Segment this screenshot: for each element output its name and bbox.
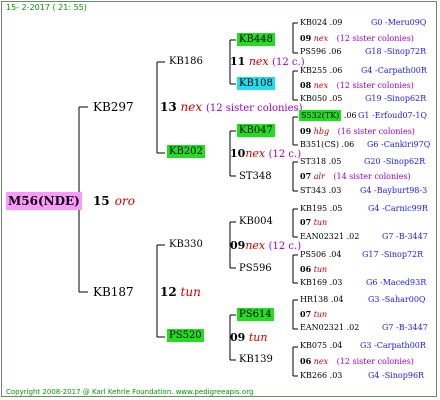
gen4-info: 07 tun bbox=[300, 217, 328, 227]
gen4-info: 07 alr (14 sister colonies) bbox=[300, 171, 411, 181]
gen4-bot-loc: G6 -Maced93R bbox=[366, 278, 427, 287]
gen3-node[interactable]: PS614 bbox=[237, 308, 274, 321]
gen1-node[interactable]: KB297 bbox=[93, 101, 134, 113]
gen4-info: 09 hbg (16 sister colonies) bbox=[300, 126, 415, 136]
gen4-bot-loc: G18 -Sinop72R bbox=[365, 47, 427, 56]
gen4-top[interactable]: KB195 .05 bbox=[300, 205, 342, 213]
gen4-top-loc: G3 -Sahar00Q bbox=[368, 295, 426, 304]
timestamp-header: 15- 2-2017 ( 21: 55) bbox=[6, 3, 87, 12]
gen4-bot[interactable]: EAN02321 .02 bbox=[300, 233, 359, 241]
gen1-info: 12 tun bbox=[160, 285, 201, 299]
gen4-bot-loc: G19 -Sinop62R bbox=[365, 94, 427, 103]
gen4-bot-loc: G7 -B-3447 bbox=[382, 323, 428, 332]
gen1-info: 13 nex (12 sister colonies) bbox=[160, 100, 303, 114]
gen3-node[interactable]: KB448 bbox=[237, 33, 275, 46]
gen2-node[interactable]: KB202 bbox=[167, 145, 205, 158]
gen2-info: 09nex (12 c.) bbox=[230, 239, 302, 252]
root-num: 15 bbox=[92, 194, 110, 208]
gen2-node[interactable]: KB330 bbox=[169, 240, 203, 250]
gen4-top[interactable]: HR138 .04 bbox=[300, 296, 344, 304]
gen4-bot[interactable]: KB266 .03 bbox=[300, 372, 342, 380]
gen3-node[interactable]: PS596 bbox=[239, 264, 272, 274]
gen4-top[interactable]: KB255 .06 bbox=[300, 67, 342, 75]
gen2-info: 10nex (12 c.) bbox=[230, 147, 302, 160]
gen4-bot[interactable]: B351(CS) .06 bbox=[300, 141, 354, 149]
copyright-footer: Copyright 2008-2017 @ Karl Kehrle Founda… bbox=[6, 388, 254, 396]
gen4-bot[interactable]: KB169 .03 bbox=[300, 279, 342, 287]
gen4-bot[interactable]: ST343 .03 bbox=[300, 187, 341, 195]
gen4-bot[interactable]: KB050 .05 bbox=[300, 95, 342, 103]
gen4-bot-loc: G7 -B-3447 bbox=[382, 232, 428, 241]
gen3-node[interactable]: KB108 bbox=[237, 77, 275, 90]
gen4-info: 06 nex (12 sister colonies) bbox=[300, 356, 414, 366]
gen4-top-loc: G0 -Meru09Q bbox=[371, 18, 427, 27]
gen4-top-loc: G20 -Sinop62R bbox=[364, 157, 426, 166]
gen4-bot-loc: G4 -Sinop96R bbox=[368, 371, 425, 380]
gen4-info: 08 nex (12 sister colonies) bbox=[300, 80, 414, 90]
gen2-node[interactable]: KB186 bbox=[169, 57, 203, 67]
gen3-node[interactable]: ST348 bbox=[239, 172, 272, 182]
gen4-top[interactable]: PS506 .04 bbox=[300, 251, 341, 259]
gen4-info: 06 tun bbox=[300, 264, 328, 274]
gen4-top-loc: G3 -Carpath00R bbox=[360, 341, 426, 350]
gen4-bot[interactable]: PS596 .06 bbox=[300, 48, 341, 56]
gen4-top-loc: G17 -Sinop72R bbox=[362, 250, 424, 259]
gen1-node[interactable]: KB187 bbox=[93, 286, 134, 298]
gen4-top[interactable]: KB024 .09 bbox=[300, 19, 342, 27]
gen4-top[interactable]: KB075 .04 bbox=[300, 342, 342, 350]
root-name: M56(NDE) bbox=[6, 192, 82, 210]
gen4-bot-loc: G4 -Bayburt98-3 bbox=[360, 186, 428, 195]
gen3-node[interactable]: KB004 bbox=[239, 217, 273, 227]
gen4-bot[interactable]: EAN02321 .02 bbox=[300, 324, 359, 332]
gen3-node[interactable]: KB139 bbox=[239, 355, 273, 365]
gen4-info: 09 nex (12 sister colonies) bbox=[300, 33, 414, 43]
gen3-node[interactable]: KB047 bbox=[237, 124, 275, 137]
gen4-top-loc: G1 -Erfoud07-1Q bbox=[358, 111, 427, 120]
gen4-top-loc: G4 -Carnic99R bbox=[368, 204, 428, 213]
gen4-bot-loc: G6 -Cankiri97Q bbox=[367, 140, 431, 149]
gen4-info: 07 tun bbox=[300, 309, 328, 319]
root-node[interactable]: M56(NDE) 15 oro bbox=[6, 192, 135, 210]
gen2-info: 09 tun bbox=[230, 331, 268, 344]
root-race: oro bbox=[114, 194, 135, 208]
gen4-top-loc: G4 -Carpath00R bbox=[361, 66, 427, 75]
gen2-node[interactable]: PS520 bbox=[167, 329, 204, 342]
gen2-info: 11 nex (12 c.) bbox=[230, 55, 305, 68]
gen4-top[interactable]: S532(TK) .06 bbox=[299, 110, 357, 121]
gen4-top[interactable]: ST318 .05 bbox=[300, 158, 341, 166]
